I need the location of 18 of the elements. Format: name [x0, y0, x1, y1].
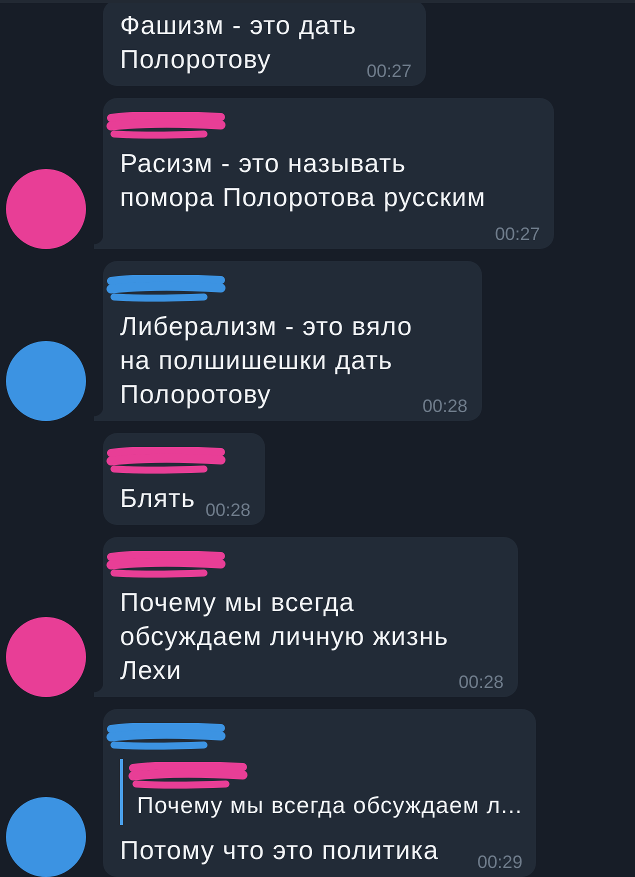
- message-time: 00:29: [477, 852, 522, 873]
- message-text: Фашизм - это дать Полоротову: [120, 9, 357, 76]
- avatar[interactable]: [6, 617, 86, 697]
- message-time: 00:28: [422, 396, 468, 417]
- message-text: Либерализм - это вяло на полшишешки дать Полоротову: [120, 310, 412, 411]
- message-time: 00:27: [366, 61, 412, 82]
- message-time: 00:28: [458, 672, 504, 693]
- avatar[interactable]: [6, 341, 86, 421]
- reply-quote[interactable]: Почему мы всегда обсуждаем л...: [120, 759, 522, 825]
- avatar[interactable]: [6, 797, 86, 877]
- reply-text: Почему мы всегда обсуждаем л...: [137, 791, 522, 820]
- message-text: Блять: [120, 482, 196, 515]
- message-text: Расизм - это называть помора Полоротова русским: [120, 147, 486, 214]
- message-text: Потому что это политика: [120, 834, 439, 867]
- message-time: 00:27: [494, 224, 540, 245]
- avatar[interactable]: [6, 169, 86, 249]
- message-text: Почему мы всегда обсуждаем личную жизнь Лехи: [120, 586, 449, 687]
- message-time: 00:28: [205, 500, 251, 521]
